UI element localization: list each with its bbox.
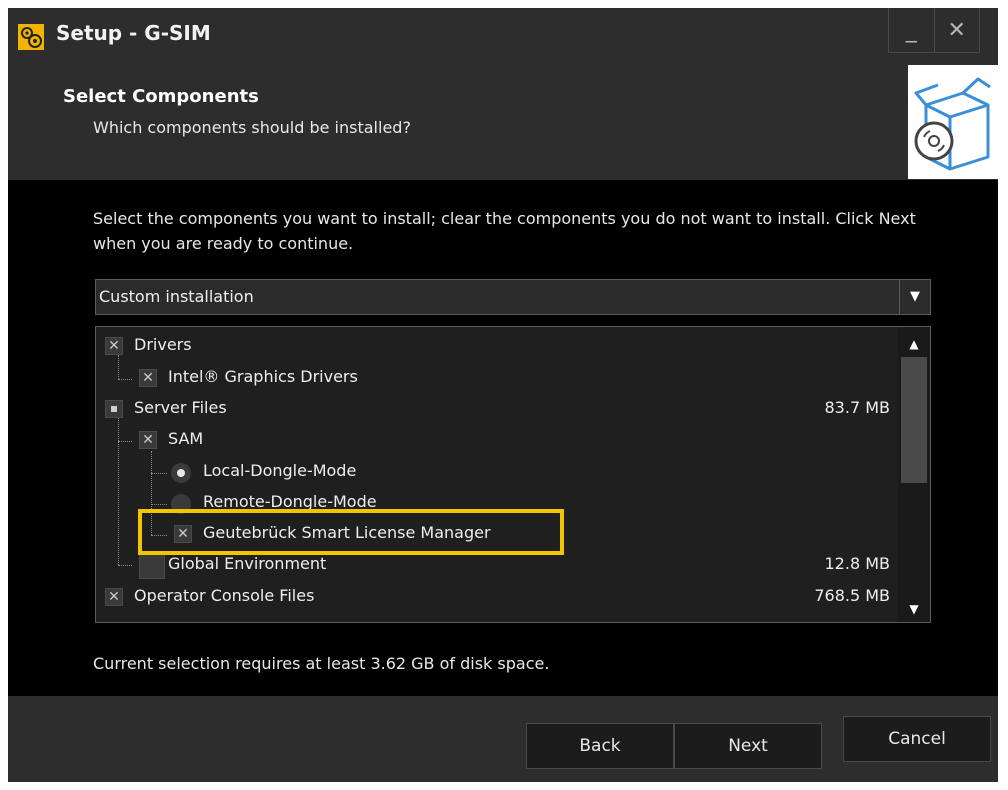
checkbox[interactable]: ✕ <box>105 588 123 606</box>
wizard-footer: Back Next Cancel <box>8 696 998 782</box>
list-item[interactable]: Local-Dongle-Mode <box>96 457 896 488</box>
components-list[interactable]: ✕ Drivers ✕ Intel® Graphics Drivers Serv… <box>95 326 931 623</box>
title-bar: Setup - G-SIM _ ✕ <box>8 8 998 65</box>
component-label: Intel® Graphics Drivers <box>168 367 358 386</box>
back-button[interactable]: Back <box>526 723 674 769</box>
list-item[interactable]: Server Files 83.7 MB <box>96 394 896 425</box>
cancel-button[interactable]: Cancel <box>843 716 991 762</box>
list-item[interactable]: ✕ Intel® Graphics Drivers <box>96 363 896 394</box>
component-label: Local-Dongle-Mode <box>203 461 357 480</box>
dropdown-arrow-icon[interactable]: ▼ <box>899 280 930 314</box>
scrollbar-thumb[interactable] <box>901 357 927 483</box>
scroll-up-icon[interactable]: ▲ <box>898 331 930 357</box>
highlight-frame <box>138 509 564 555</box>
radio-button[interactable] <box>171 463 191 483</box>
list-item[interactable]: ✕ SAM <box>96 425 896 456</box>
package-icon <box>908 65 998 179</box>
disk-space-text: Current selection requires at least 3.62… <box>93 654 550 673</box>
component-label: SAM <box>168 429 204 448</box>
checkbox[interactable]: ✕ <box>105 337 123 355</box>
checkbox[interactable] <box>139 553 165 579</box>
component-size: 12.8 MB <box>824 554 891 573</box>
setup-app-icon <box>18 24 44 50</box>
wizard-header: Select Components Which components shoul… <box>8 65 998 181</box>
setup-window: Setup - G-SIM _ ✕ Select Components Whic… <box>8 8 998 782</box>
scroll-down-icon[interactable]: ▼ <box>898 596 930 622</box>
component-size: 768.5 MB <box>814 586 890 605</box>
component-label: Operator Console Files <box>134 586 315 605</box>
wizard-content: Select the components you want to instal… <box>8 180 998 696</box>
checkbox[interactable]: ✕ <box>139 431 157 449</box>
minimize-button[interactable]: _ <box>889 8 934 52</box>
install-type-select[interactable]: Custom installation ▼ <box>95 279 931 315</box>
install-type-value: Custom installation <box>99 287 254 306</box>
component-label: Global Environment <box>168 554 327 573</box>
next-button[interactable]: Next <box>674 723 822 769</box>
component-label: Drivers <box>134 335 192 354</box>
list-item[interactable]: ✕ Drivers <box>96 331 896 362</box>
window-title: Setup - G-SIM <box>56 21 211 45</box>
checkbox[interactable]: ✕ <box>139 369 157 387</box>
close-button[interactable]: ✕ <box>933 8 980 52</box>
window-controls: _ ✕ <box>888 8 980 53</box>
vertical-scrollbar[interactable]: ▲ ▼ <box>898 327 930 622</box>
component-label: Server Files <box>134 398 227 417</box>
list-item[interactable]: ✕ Operator Console Files 768.5 MB <box>96 582 896 613</box>
checkbox[interactable] <box>105 400 123 418</box>
page-subtitle: Which components should be installed? <box>93 118 411 137</box>
component-size: 83.7 MB <box>824 398 891 417</box>
instructions-text: Select the components you want to instal… <box>93 209 916 253</box>
page-title: Select Components <box>63 86 259 107</box>
